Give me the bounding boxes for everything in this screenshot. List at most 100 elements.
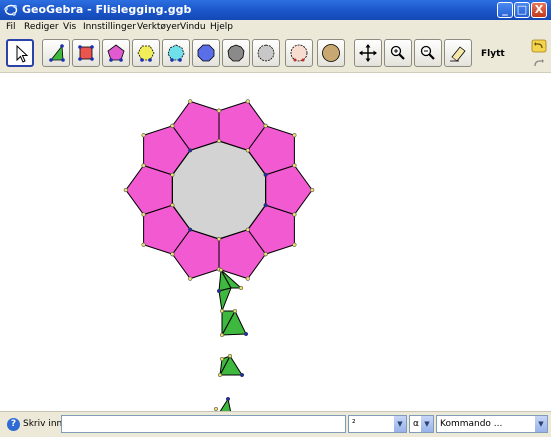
toolbar: Flytt bbox=[0, 36, 551, 73]
menu-innstillinger[interactable]: Innstillinger bbox=[83, 22, 136, 32]
point[interactable] bbox=[225, 396, 231, 402]
input-field[interactable] bbox=[61, 415, 346, 433]
point[interactable] bbox=[245, 227, 250, 232]
point[interactable] bbox=[188, 148, 193, 153]
point[interactable] bbox=[188, 227, 193, 232]
regular-octagon-tool-button[interactable] bbox=[192, 39, 220, 67]
point[interactable] bbox=[141, 212, 146, 217]
point[interactable] bbox=[141, 163, 146, 168]
point[interactable] bbox=[263, 172, 268, 177]
point[interactable] bbox=[292, 242, 297, 247]
title-bar: GeoGebra - Flislegging.ggb _ □ X bbox=[0, 0, 551, 20]
point[interactable] bbox=[245, 99, 250, 104]
point[interactable] bbox=[263, 252, 268, 257]
point[interactable] bbox=[239, 372, 245, 378]
undo-icon[interactable] bbox=[531, 39, 547, 53]
point[interactable] bbox=[219, 308, 225, 314]
exponent-combo[interactable]: ² ▼ bbox=[348, 415, 407, 433]
greek-combo-value: α bbox=[413, 419, 419, 429]
red-square-icon bbox=[78, 45, 94, 61]
point[interactable] bbox=[292, 133, 297, 138]
pink-pentagon-icon bbox=[107, 44, 125, 62]
triangle-tool-icon bbox=[49, 44, 65, 62]
input-bar: ? Skriv inn: ² ▼ α ▼ Kommando ... ▼ bbox=[0, 411, 551, 437]
menu-hjelp[interactable]: Hjelp bbox=[210, 22, 233, 32]
chevron-down-icon[interactable]: ▼ bbox=[535, 416, 547, 432]
point[interactable] bbox=[217, 372, 223, 378]
point[interactable] bbox=[263, 203, 268, 208]
exponent-combo-value: ² bbox=[352, 419, 356, 429]
greek-combo[interactable]: α ▼ bbox=[409, 415, 434, 433]
silver-decagon-icon bbox=[257, 44, 275, 62]
point[interactable] bbox=[232, 308, 238, 314]
point[interactable] bbox=[238, 285, 244, 291]
delete-tool-button[interactable] bbox=[444, 39, 472, 67]
point[interactable] bbox=[170, 252, 175, 257]
regular-pentagon-tool-button[interactable] bbox=[102, 39, 130, 67]
point[interactable] bbox=[141, 133, 146, 138]
blue-octagon-icon bbox=[197, 44, 215, 62]
point[interactable] bbox=[188, 276, 193, 281]
regular-heptagon-tool-button[interactable] bbox=[162, 39, 190, 67]
point[interactable] bbox=[243, 331, 249, 337]
command-combo[interactable]: Kommando ... ▼ bbox=[436, 415, 548, 433]
point[interactable] bbox=[292, 163, 297, 168]
point[interactable] bbox=[292, 212, 297, 217]
menu-vis[interactable]: Vis bbox=[63, 22, 76, 32]
pentagon-tile[interactable] bbox=[265, 164, 313, 216]
point[interactable] bbox=[170, 172, 175, 177]
current-tool-name: Flytt bbox=[481, 49, 505, 59]
vector-tool-button[interactable] bbox=[42, 39, 70, 67]
close-button[interactable]: X bbox=[531, 2, 547, 18]
chevron-down-icon[interactable]: ▼ bbox=[394, 416, 406, 432]
point[interactable] bbox=[123, 187, 128, 193]
move-tool-button[interactable] bbox=[6, 39, 34, 67]
regular-nonagon-tool-button[interactable] bbox=[222, 39, 250, 67]
move-arrows-icon bbox=[359, 44, 377, 62]
point[interactable] bbox=[141, 242, 146, 247]
point[interactable] bbox=[216, 108, 222, 113]
polygon-tool-button[interactable] bbox=[72, 39, 100, 67]
graphics-view[interactable] bbox=[0, 73, 551, 411]
point[interactable] bbox=[263, 123, 268, 128]
menu-verktoyer[interactable]: Verktøyer bbox=[137, 22, 181, 32]
point[interactable] bbox=[188, 99, 193, 104]
menu-vindu[interactable]: Vindu bbox=[180, 22, 206, 32]
regular-decagon-tool-button[interactable] bbox=[252, 39, 280, 67]
peach-polygon-icon bbox=[290, 44, 308, 62]
point[interactable] bbox=[310, 187, 315, 193]
minimize-button[interactable]: _ bbox=[497, 2, 513, 18]
point[interactable] bbox=[245, 148, 250, 153]
regular-hexagon-tool-button[interactable] bbox=[132, 39, 160, 67]
point[interactable] bbox=[170, 203, 175, 208]
point[interactable] bbox=[216, 236, 222, 242]
circle-polygon-tool-button[interactable] bbox=[285, 39, 313, 67]
point[interactable] bbox=[216, 138, 222, 144]
maximize-button[interactable]: □ bbox=[514, 2, 530, 18]
menu-fil[interactable]: Fil bbox=[6, 22, 16, 32]
point[interactable] bbox=[245, 276, 250, 281]
stem-triangle[interactable] bbox=[216, 397, 232, 411]
menu-rediger[interactable]: Rediger bbox=[24, 22, 59, 32]
point[interactable] bbox=[218, 267, 224, 273]
menu-bar: Fil Rediger Vis Innstillinger Verktøyer … bbox=[0, 20, 551, 36]
point[interactable] bbox=[219, 356, 225, 362]
point[interactable] bbox=[227, 353, 233, 359]
zoom-out-tool-button[interactable] bbox=[414, 39, 442, 67]
point[interactable] bbox=[219, 332, 225, 338]
redo-icon[interactable] bbox=[531, 55, 547, 69]
zoom-in-tool-button[interactable] bbox=[384, 39, 412, 67]
point[interactable] bbox=[170, 123, 175, 128]
input-label: Skriv inn: bbox=[23, 419, 66, 429]
cyan-heptagon-icon bbox=[167, 44, 185, 62]
yellow-hexagon-icon bbox=[137, 45, 155, 62]
command-combo-value: Kommando ... bbox=[440, 419, 503, 429]
point[interactable] bbox=[216, 288, 222, 294]
tan-polygon-tool-button[interactable] bbox=[317, 39, 345, 67]
center-decagon[interactable] bbox=[171, 140, 267, 240]
drawing-pad[interactable] bbox=[0, 73, 551, 411]
window-title: GeoGebra - Flislegging.ggb bbox=[22, 3, 192, 16]
chevron-down-icon[interactable]: ▼ bbox=[421, 416, 433, 432]
move-view-tool-button[interactable] bbox=[354, 39, 382, 67]
help-icon[interactable]: ? bbox=[7, 418, 20, 431]
